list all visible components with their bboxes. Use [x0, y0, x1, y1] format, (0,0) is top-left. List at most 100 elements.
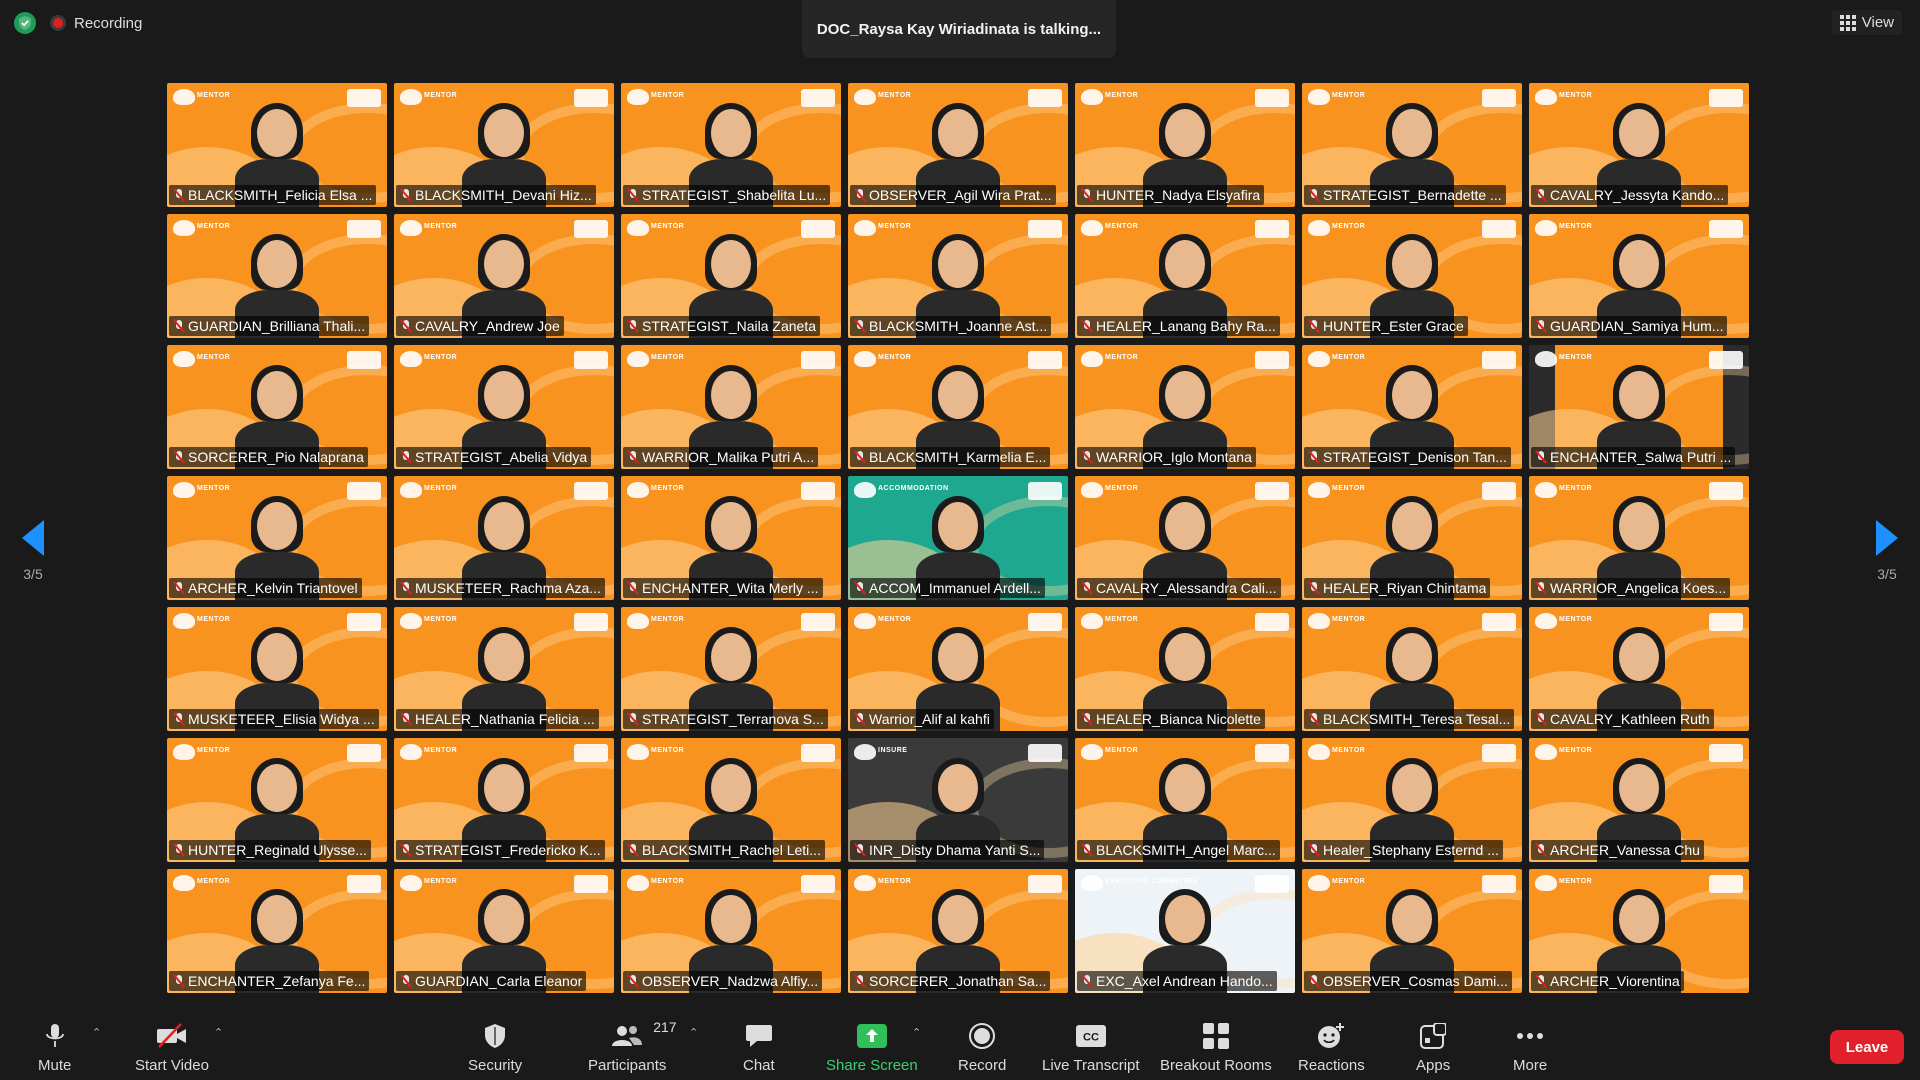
- breakout-rooms-button[interactable]: Breakout Rooms: [1160, 1023, 1272, 1074]
- tile-role-label: MENTOR: [1332, 616, 1366, 623]
- next-page-nav[interactable]: 3/5: [1876, 520, 1898, 582]
- participant-video-tile[interactable]: MENTOR STRATEGIST_Terranova S...: [621, 607, 841, 731]
- audio-options-caret-icon[interactable]: ⌃: [92, 1026, 101, 1044]
- event-logo-icon: [400, 220, 422, 236]
- participant-name-bar: HEALER_Nathania Felicia ...: [396, 709, 599, 729]
- participant-video-tile[interactable]: MENTOR GUARDIAN_Brilliana Thali...: [167, 214, 387, 338]
- participant-video-tile[interactable]: MENTOR ARCHER_Vanessa Chu: [1529, 738, 1749, 862]
- view-button[interactable]: View: [1831, 10, 1902, 35]
- participant-video-tile[interactable]: MENTOR SORCERER_Jonathan Sa...: [848, 869, 1068, 993]
- participant-video-tile[interactable]: MENTOR ENCHANTER_Zefanya Fe...: [167, 869, 387, 993]
- participant-video-tile[interactable]: MENTOR STRATEGIST_Naila Zaneta: [621, 214, 841, 338]
- participant-video-tile[interactable]: MENTOR GUARDIAN_Carla Eleanor: [394, 869, 614, 993]
- event-logo-icon: [627, 744, 649, 760]
- participant-video-tile[interactable]: MENTOR ENCHANTER_Wita Merly ...: [621, 476, 841, 600]
- event-logo-icon: [400, 875, 422, 891]
- muted-microphone-icon: [1308, 319, 1320, 333]
- participant-video-tile[interactable]: MENTOR HEALER_Bianca Nicolette: [1075, 607, 1295, 731]
- participant-video-tile[interactable]: MENTOR BLACKSMITH_Felicia Elsa ...: [167, 83, 387, 207]
- participant-video-tile[interactable]: MENTOR STRATEGIST_Denison Tan...: [1302, 345, 1522, 469]
- participant-avatar: [916, 758, 1000, 862]
- more-button[interactable]: More: [1513, 1023, 1547, 1074]
- participant-video-tile[interactable]: MENTOR BLACKSMITH_Devani Hiz...: [394, 83, 614, 207]
- participant-video-tile[interactable]: MENTOR CAVALRY_Kathleen Ruth: [1529, 607, 1749, 731]
- share-screen-button[interactable]: Share Screen: [826, 1023, 918, 1074]
- participant-avatar: [1143, 889, 1227, 993]
- participant-name-bar: ENCHANTER_Salwa Putri ...: [1531, 447, 1736, 467]
- participant-video-tile[interactable]: MENTOR STRATEGIST_Abelia Vidya: [394, 345, 614, 469]
- video-options-caret-icon[interactable]: ⌃: [214, 1026, 223, 1044]
- participant-video-tile[interactable]: MENTOR MUSKETEER_Rachma Aza...: [394, 476, 614, 600]
- share-options-caret-icon[interactable]: ⌃: [912, 1026, 921, 1044]
- participant-avatar: [235, 234, 319, 338]
- participant-video-tile[interactable]: MENTOR ARCHER_Viorentina: [1529, 869, 1749, 993]
- participant-video-tile[interactable]: MENTOR HUNTER_Ester Grace: [1302, 214, 1522, 338]
- participant-video-tile[interactable]: MENTOR ARCHER_Kelvin Triantovel: [167, 476, 387, 600]
- participant-video-tile[interactable]: MENTOR HUNTER_Nadya Elsyafira: [1075, 83, 1295, 207]
- participant-video-tile[interactable]: MENTOR HEALER_Riyan Chintama: [1302, 476, 1522, 600]
- event-logo-icon: [1308, 744, 1330, 760]
- participant-name-bar: ENCHANTER_Zefanya Fe...: [169, 971, 370, 991]
- participant-video-tile[interactable]: MENTOR CAVALRY_Alessandra Cali...: [1075, 476, 1295, 600]
- participant-name-bar: STRATEGIST_Shabelita Lu...: [623, 185, 831, 205]
- muted-microphone-icon: [854, 188, 866, 202]
- participant-video-tile[interactable]: MENTOR OBSERVER_Agil Wira Prat...: [848, 83, 1068, 207]
- participant-video-tile[interactable]: MENTOR BLACKSMITH_Teresa Tesal...: [1302, 607, 1522, 731]
- record-button[interactable]: Record: [958, 1023, 1006, 1074]
- breakout-rooms-label: Breakout Rooms: [1160, 1057, 1272, 1074]
- chat-button[interactable]: Chat: [743, 1023, 775, 1074]
- participant-video-tile[interactable]: MENTOR Warrior_Alif al kahfi: [848, 607, 1068, 731]
- more-label: More: [1513, 1057, 1548, 1074]
- participant-name-bar: WARRIOR_Malika Putri A...: [623, 447, 819, 467]
- participant-video-tile[interactable]: MENTOR STRATEGIST_Fredericko K...: [394, 738, 614, 862]
- participant-name-bar: ENCHANTER_Wita Merly ...: [623, 578, 823, 598]
- participant-name: GUARDIAN_Carla Eleanor: [415, 973, 583, 989]
- badge-icon: [1482, 220, 1516, 238]
- participant-video-tile[interactable]: MENTOR WARRIOR_Angelica Koes...: [1529, 476, 1749, 600]
- participant-video-tile[interactable]: MENTOR HEALER_Nathania Felicia ...: [394, 607, 614, 731]
- mute-button[interactable]: Mute: [38, 1023, 71, 1074]
- participant-video-tile[interactable]: MENTOR WARRIOR_Malika Putri A...: [621, 345, 841, 469]
- participant-video-tile[interactable]: MENTOR BLACKSMITH_Angel Marc...: [1075, 738, 1295, 862]
- participant-video-tile[interactable]: MENTOR ENCHANTER_Salwa Putri ...: [1529, 345, 1749, 469]
- security-button[interactable]: Security: [468, 1023, 522, 1074]
- apps-button[interactable]: Apps: [1416, 1023, 1450, 1074]
- participant-video-tile[interactable]: EXECUTIVE COMMITTEE EXC_Axel Andrean Hand…: [1075, 869, 1295, 993]
- participant-video-tile[interactable]: MENTOR Healer_Stephany Esternd ...: [1302, 738, 1522, 862]
- participant-video-tile[interactable]: MENTOR MUSKETEER_Elisia Widya ...: [167, 607, 387, 731]
- recording-indicator[interactable]: Recording: [50, 15, 142, 32]
- participants-button[interactable]: 217 Participants: [588, 1019, 677, 1074]
- reactions-button[interactable]: Reactions: [1298, 1023, 1365, 1074]
- participant-video-tile[interactable]: MENTOR OBSERVER_Cosmas Dami...: [1302, 869, 1522, 993]
- previous-page-nav[interactable]: 3/5: [22, 520, 44, 582]
- participants-options-caret-icon[interactable]: ⌃: [689, 1026, 698, 1044]
- participant-name-bar: WARRIOR_Angelica Koes...: [1531, 578, 1731, 598]
- participant-video-tile[interactable]: MENTOR OBSERVER_Nadzwa Alfiy...: [621, 869, 841, 993]
- participant-video-tile[interactable]: MENTOR BLACKSMITH_Rachel Leti...: [621, 738, 841, 862]
- participant-video-tile[interactable]: MENTOR SORCERER_Pio Nalaprana: [167, 345, 387, 469]
- participant-video-tile[interactable]: MENTOR STRATEGIST_Bernadette ...: [1302, 83, 1522, 207]
- live-transcript-button[interactable]: CC Live Transcript: [1042, 1023, 1140, 1074]
- leave-button[interactable]: Leave: [1830, 1030, 1904, 1064]
- muted-microphone-icon: [173, 319, 185, 333]
- arrow-left-icon[interactable]: [22, 520, 44, 556]
- participant-video-tile[interactable]: MENTOR BLACKSMITH_Karmelia E...: [848, 345, 1068, 469]
- muted-microphone-icon: [1535, 188, 1547, 202]
- start-video-button[interactable]: Start Video: [135, 1023, 209, 1074]
- participant-video-tile[interactable]: MENTOR HUNTER_Reginald Ulysse...: [167, 738, 387, 862]
- participant-video-tile[interactable]: MENTOR HEALER_Lanang Bahy Ra...: [1075, 214, 1295, 338]
- participant-video-tile[interactable]: MENTOR STRATEGIST_Shabelita Lu...: [621, 83, 841, 207]
- participant-video-tile[interactable]: MENTOR WARRIOR_Iglo Montana: [1075, 345, 1295, 469]
- participant-video-tile[interactable]: MENTOR BLACKSMITH_Joanne Ast...: [848, 214, 1068, 338]
- event-logo-icon: [854, 613, 876, 629]
- participant-video-tile[interactable]: MENTOR CAVALRY_Jessyta Kando...: [1529, 83, 1749, 207]
- participant-name-bar: CAVALRY_Andrew Joe: [396, 316, 564, 336]
- participant-video-tile[interactable]: MENTOR GUARDIAN_Samiya Hum...: [1529, 214, 1749, 338]
- security-shield-icon[interactable]: [14, 12, 36, 34]
- participant-video-tile[interactable]: INSURE INR_Disty Dhama Yanti S...: [848, 738, 1068, 862]
- participant-video-tile[interactable]: ACCOMMODATION ACCOM_Immanuel Ardell...: [848, 476, 1068, 600]
- participant-video-tile[interactable]: MENTOR CAVALRY_Andrew Joe: [394, 214, 614, 338]
- grid-view-icon: [1839, 14, 1856, 31]
- arrow-right-icon[interactable]: [1876, 520, 1898, 556]
- event-logo-icon: [173, 220, 195, 236]
